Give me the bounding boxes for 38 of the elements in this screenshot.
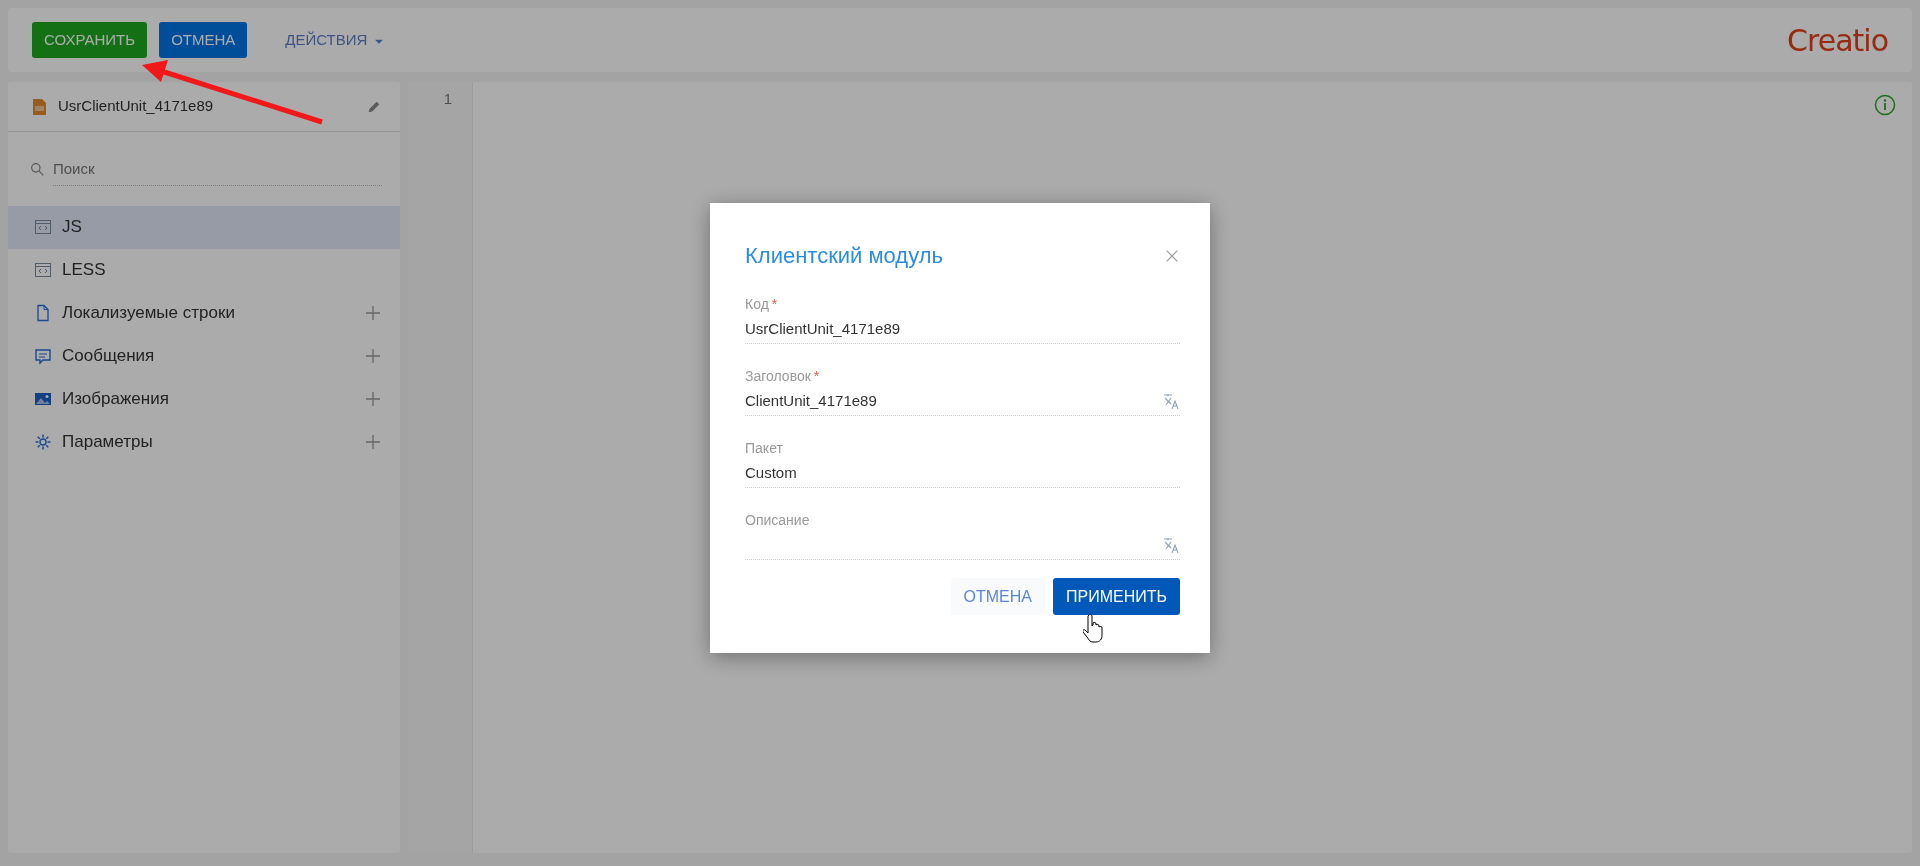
image-icon — [34, 390, 52, 408]
plus-icon[interactable] — [364, 433, 382, 451]
js-file-icon — [30, 96, 48, 117]
code-file-icon — [34, 218, 52, 236]
sidebar-item[interactable]: Сообщения — [8, 334, 400, 378]
field-label: Пакет — [745, 440, 783, 456]
cancel-button[interactable]: ОТМЕНА — [950, 578, 1045, 615]
message-icon — [34, 347, 52, 365]
sidebar-item[interactable]: JS — [8, 205, 400, 249]
search-icon — [30, 162, 45, 178]
plus-icon[interactable] — [364, 347, 382, 365]
document-icon — [34, 304, 52, 322]
field-label: Описание — [745, 512, 810, 528]
input-field[interactable]: Custom — [745, 461, 1180, 485]
hand-cursor-icon — [1083, 613, 1105, 643]
translate-icon[interactable] — [1162, 392, 1180, 410]
sidebar-item[interactable]: Изображения — [8, 377, 400, 421]
sidebar-item[interactable]: Параметры — [8, 420, 400, 464]
module-name: UsrClientUnit_4171e89 — [58, 96, 215, 117]
info-icon[interactable] — [1874, 94, 1896, 116]
line-number: 1 — [442, 89, 452, 109]
code-file-icon — [34, 261, 52, 279]
field-label: Заголовок — [745, 368, 811, 384]
sidebar-item[interactable]: Локализуемые строки — [8, 291, 400, 335]
sidebar-item[interactable]: LESS — [8, 248, 400, 292]
plus-icon[interactable] — [364, 304, 382, 322]
required-asterisk: * — [771, 296, 778, 312]
apply-button[interactable]: ПРИМЕНИТЬ — [1053, 578, 1180, 615]
input-field[interactable]: UsrClientUnit_4171e89 — [745, 317, 1180, 341]
gear-icon — [34, 433, 52, 451]
field-label: Код — [745, 296, 769, 312]
required-asterisk: * — [813, 368, 820, 384]
translate-icon[interactable] — [1162, 536, 1180, 554]
dialog-title: Клиентский модуль — [745, 242, 943, 270]
input-field[interactable]: ClientUnit_4171e89 — [745, 389, 1162, 413]
logo-text: Creatio — [1787, 21, 1888, 60]
cancel-button[interactable]: ОТМЕНА — [159, 22, 248, 58]
plus-icon[interactable] — [364, 390, 382, 408]
